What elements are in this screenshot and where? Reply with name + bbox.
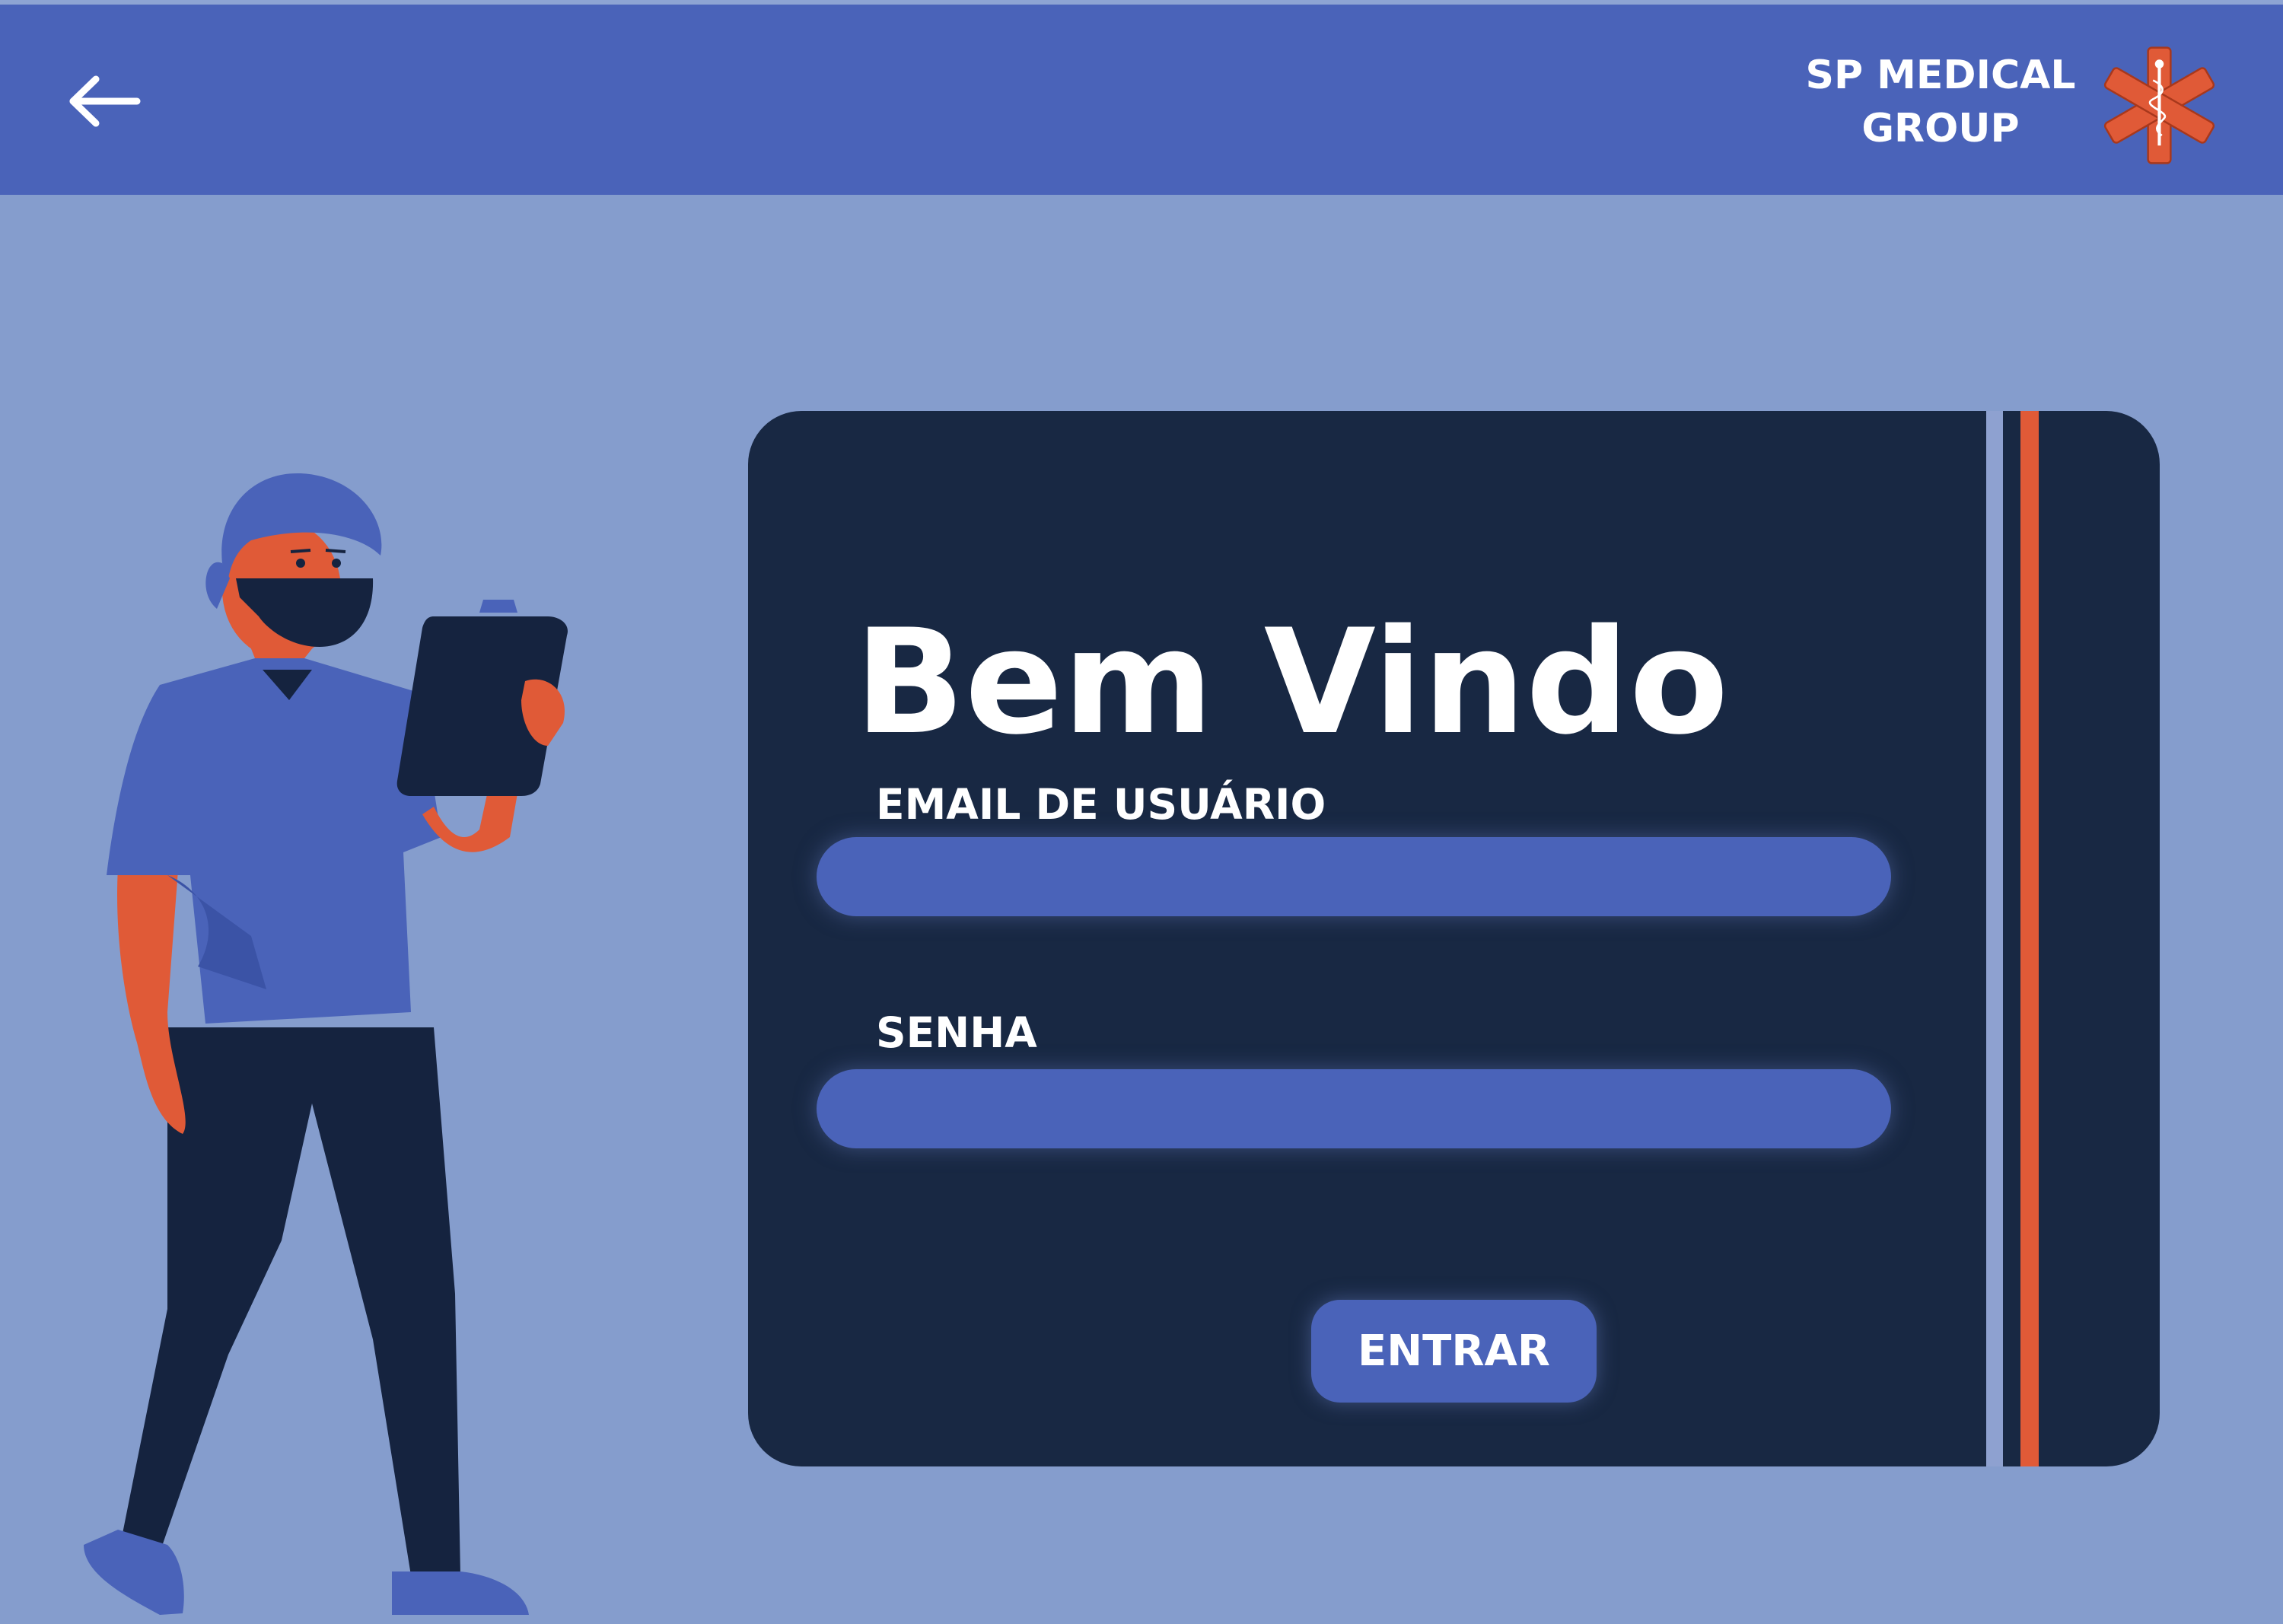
welcome-title: Bem Vindo — [855, 598, 1729, 767]
star-of-life-icon — [2103, 46, 2215, 164]
email-label: EMAIL DE USUÁRIO — [876, 780, 1326, 829]
password-field[interactable] — [817, 1069, 1891, 1148]
doctor-illustration — [84, 473, 568, 1615]
password-label: SENHA — [876, 1008, 1037, 1057]
login-card: Bem Vindo EMAIL DE USUÁRIO SENHA ENTRAR — [748, 411, 2160, 1466]
submit-button[interactable]: ENTRAR — [1311, 1300, 1597, 1403]
app-header: SP MEDICAL GROUP — [0, 5, 2283, 195]
card-accent-stripe — [2020, 411, 2039, 1466]
brand-line-2: GROUP — [1861, 106, 2020, 151]
brand-line-1: SP MEDICAL — [1805, 53, 2076, 98]
brand-name: SP MEDICAL GROUP — [1781, 49, 2100, 155]
email-field[interactable] — [817, 837, 1891, 916]
card-stripe — [1986, 411, 2003, 1466]
back-button[interactable] — [59, 59, 151, 143]
arrow-left-icon — [69, 75, 141, 127]
